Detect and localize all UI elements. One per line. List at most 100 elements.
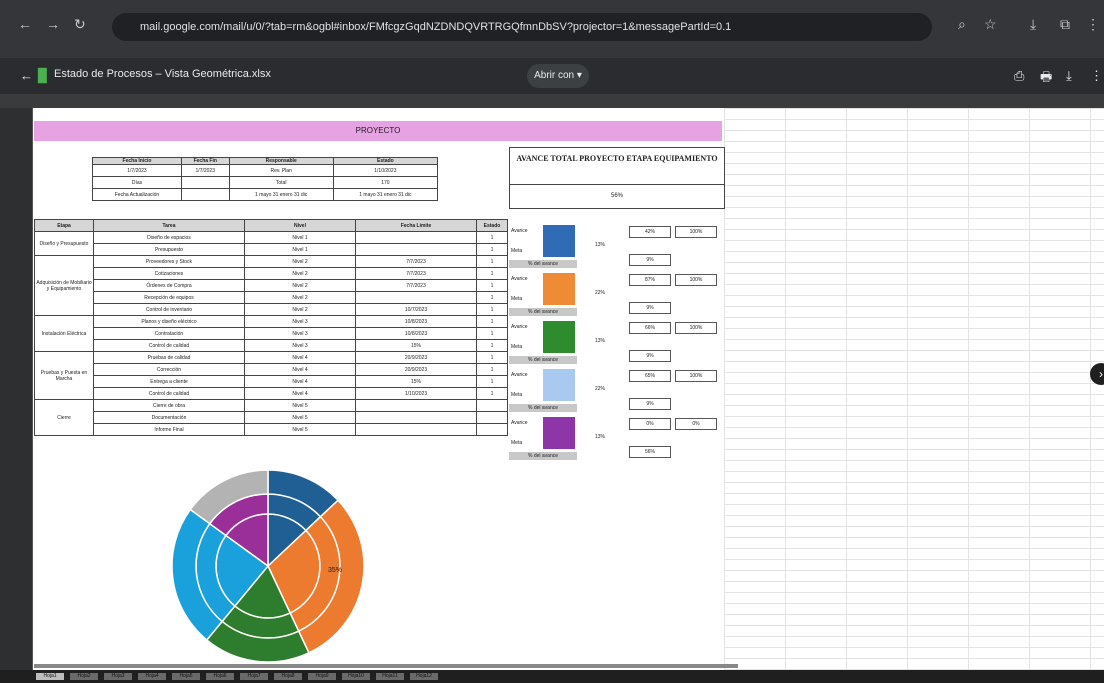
task-cell[interactable]: Nivel 4 [244, 351, 356, 364]
summary-cell[interactable] [180, 188, 230, 201]
task-cell[interactable]: 1 [476, 291, 508, 304]
task-cell[interactable]: Entrega a cliente [93, 375, 245, 388]
star-icon[interactable]: ☆ [984, 16, 997, 33]
summary-cell[interactable]: Total [228, 176, 334, 189]
search-icon[interactable]: ⌕ [958, 16, 966, 33]
stage-cell[interactable]: 87% [629, 274, 671, 286]
summary-cell[interactable]: Fecha Actualización [92, 188, 182, 201]
task-cell[interactable]: Nivel 3 [244, 327, 356, 340]
reload-icon[interactable]: ↻ [74, 16, 86, 33]
sheet-tab[interactable]: Hoja6 [206, 673, 234, 680]
sheet-tab[interactable]: Hoja3 [104, 673, 132, 680]
add-to-drive-icon[interactable]: ⎙ [1014, 68, 1024, 84]
task-cell[interactable]: 1 [476, 267, 508, 280]
task-cell[interactable]: Nivel 4 [244, 387, 356, 400]
summary-cell[interactable]: 1/10/2023 [332, 164, 439, 177]
stage-cell[interactable]: 65% [629, 370, 671, 382]
stage-cell[interactable]: Cierre [34, 399, 94, 436]
task-cell[interactable]: 1 [476, 255, 508, 268]
task-cell[interactable]: 1 [476, 387, 508, 400]
task-cell[interactable]: 20/9/2023 [355, 363, 477, 376]
stage-cell[interactable]: 100% [675, 226, 717, 238]
task-cell[interactable]: Contratación [93, 327, 245, 340]
task-cell[interactable]: Nivel 4 [244, 375, 356, 388]
summary-cell[interactable]: 1/7/2023 [92, 164, 182, 177]
task-cell[interactable]: Nivel 3 [244, 315, 356, 328]
task-cell[interactable]: 1 [476, 315, 508, 328]
task-cell[interactable] [355, 423, 477, 436]
task-cell[interactable]: Nivel 2 [244, 255, 356, 268]
task-cell[interactable]: Corrección [93, 363, 245, 376]
stage-cell[interactable]: 56% [629, 446, 671, 458]
task-cell[interactable]: Proveedores y Stock [93, 255, 245, 268]
more-icon[interactable]: ⋮ [1090, 68, 1103, 84]
horizontal-scrollbar[interactable] [34, 664, 738, 668]
sheet-tab[interactable]: Hoja11 [376, 673, 404, 680]
sheet-tab[interactable]: Hoja7 [240, 673, 268, 680]
back-arrow-icon[interactable]: ← [20, 68, 33, 83]
stage-cell[interactable]: 9% [629, 350, 671, 362]
task-cell[interactable]: Diseño de espacios [93, 231, 245, 244]
stage-cell[interactable]: Pruebas y Puesta en Marcha [34, 351, 94, 400]
sheet-tab[interactable]: Hoja5 [172, 673, 200, 680]
summary-cell[interactable]: 1 mayo 31 enero 31 dic [332, 188, 439, 201]
task-cell[interactable]: 7/7/2023 [355, 267, 477, 280]
sheet-tab[interactable]: Hoja8 [274, 673, 302, 680]
task-cell[interactable]: 1 [476, 339, 508, 352]
task-cell[interactable]: Control de inventario [93, 303, 245, 316]
task-cell[interactable]: Nivel 5 [244, 399, 356, 412]
task-cell[interactable] [476, 411, 508, 424]
task-cell[interactable]: Control de calidad [93, 339, 245, 352]
task-cell[interactable] [355, 291, 477, 304]
summary-cell[interactable] [180, 176, 230, 189]
print-icon[interactable]: 🖶 [1040, 68, 1052, 90]
task-cell[interactable]: 1 [476, 363, 508, 376]
task-cell[interactable]: Nivel 2 [244, 279, 356, 292]
task-cell[interactable]: 1 [476, 279, 508, 292]
stage-cell[interactable]: 42% [629, 226, 671, 238]
task-cell[interactable]: 1 [476, 327, 508, 340]
address-bar[interactable]: mail.google.com/mail/u/0/?tab=rm&ogbl#in… [112, 13, 932, 41]
task-cell[interactable]: Nivel 5 [244, 423, 356, 436]
task-cell[interactable]: Nivel 1 [244, 243, 356, 256]
task-cell[interactable]: 7/7/2023 [355, 279, 477, 292]
extensions-icon[interactable]: ⧉ [1060, 16, 1070, 33]
task-cell[interactable]: 1 [476, 243, 508, 256]
sheet-tab[interactable]: Hoja9 [308, 673, 336, 680]
sheet-tab[interactable]: Hoja10 [342, 673, 370, 680]
task-cell[interactable]: 1 [476, 375, 508, 388]
download-icon[interactable]: ⤓ [1030, 16, 1036, 33]
task-cell[interactable]: Presupuesto [93, 243, 245, 256]
stage-cell[interactable]: 66% [629, 322, 671, 334]
task-cell[interactable] [355, 411, 477, 424]
sheet-tab[interactable]: Hoja2 [70, 673, 98, 680]
task-cell[interactable]: 10/7/2023 [355, 303, 477, 316]
download-file-icon[interactable]: ⤓ [1066, 68, 1072, 84]
task-cell[interactable] [476, 423, 508, 436]
task-cell[interactable]: Cotizaciones [93, 267, 245, 280]
summary-cell[interactable]: Días [92, 176, 182, 189]
task-cell[interactable]: Nivel 3 [244, 339, 356, 352]
task-cell[interactable]: Nivel 2 [244, 267, 356, 280]
task-cell[interactable]: 1 [476, 303, 508, 316]
stage-cell[interactable]: Instalación Eléctrica [34, 315, 94, 352]
stage-cell[interactable]: 0% [629, 418, 671, 430]
task-cell[interactable]: Control de calidad [93, 387, 245, 400]
task-cell[interactable]: 10/8/2023 [355, 315, 477, 328]
stage-cell[interactable]: 100% [675, 274, 717, 286]
task-cell[interactable]: Nivel 2 [244, 303, 356, 316]
task-cell[interactable]: 15% [355, 375, 477, 388]
stage-cell[interactable]: Adquisición de Mobiliario y Equipamiento [34, 255, 94, 316]
menu-icon[interactable]: ⋮ [1086, 16, 1100, 33]
stage-cell[interactable]: 100% [675, 370, 717, 382]
forward-icon[interactable]: → [46, 16, 60, 32]
task-cell[interactable]: 20/9/2023 [355, 351, 477, 364]
stage-cell[interactable]: 100% [675, 322, 717, 334]
task-cell[interactable]: 15% [355, 339, 477, 352]
task-cell[interactable]: 1 [476, 231, 508, 244]
task-cell[interactable]: Órdenes de Compra [93, 279, 245, 292]
stage-cell[interactable]: 9% [629, 254, 671, 266]
task-cell[interactable]: Documentación [93, 411, 245, 424]
stage-cell[interactable]: 9% [629, 302, 671, 314]
task-cell[interactable]: Nivel 5 [244, 411, 356, 424]
